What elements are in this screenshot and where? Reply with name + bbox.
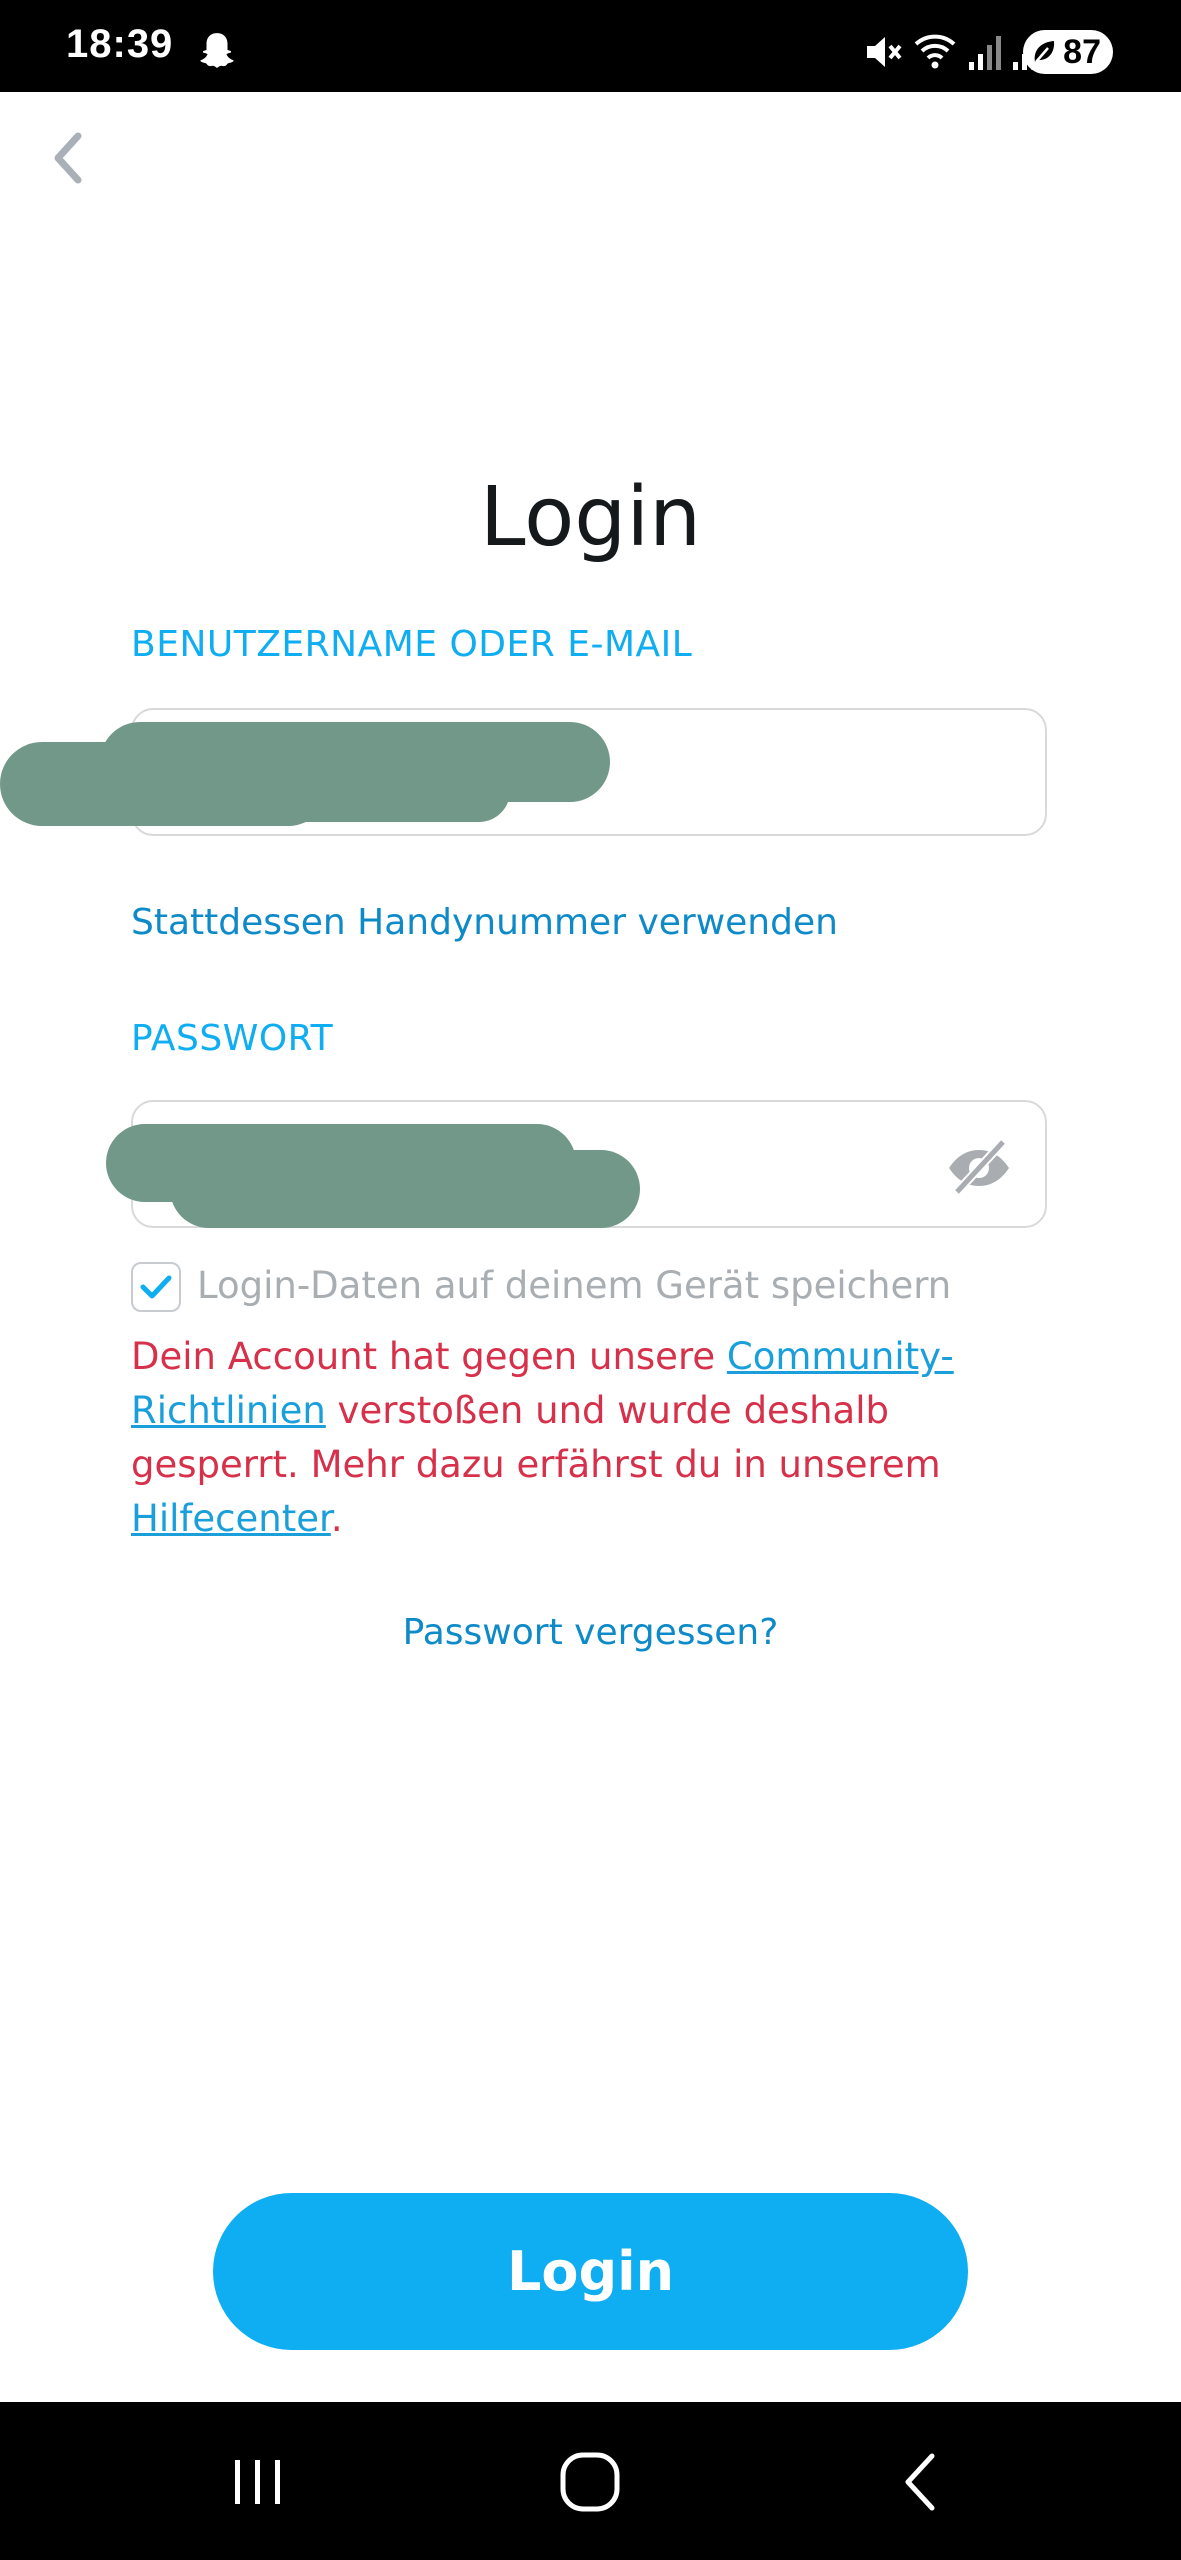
remember-label: Login-Daten auf deinem Gerät speichern [197,1264,952,1307]
home-icon[interactable] [550,2442,630,2522]
eye-off-icon[interactable] [943,1130,1015,1202]
password-label: PASSWORT [131,1018,334,1059]
leaf-icon [1034,41,1055,63]
status-bar: 18:39 87 [0,0,1181,92]
mute-icon [867,37,902,67]
page-title: Login [479,470,702,565]
status-time: 18:39 [66,22,174,66]
back-icon[interactable] [880,2442,960,2522]
use-phone-link[interactable]: Stattdessen Handynummer verwenden [131,902,838,943]
checkmark-icon [140,1275,172,1299]
snapchat-ghost-icon [200,33,234,68]
error-text: . [330,1497,343,1540]
username-label: BENUTZERNAME ODER E-MAIL [131,624,693,665]
navigation-bar [0,2402,1181,2560]
battery-icon: 87 [1023,30,1113,74]
login-button[interactable]: Login [213,2193,968,2350]
remember-checkbox[interactable] [131,1262,181,1312]
signal-icon [969,36,1001,70]
back-button[interactable] [44,128,90,188]
error-message: Dein Account hat gegen unsere Community-… [131,1330,1031,1546]
forgot-password-link[interactable]: Passwort vergessen? [0,1612,1181,1653]
help-center-link[interactable]: Hilfecenter [131,1497,331,1540]
battery-level: 87 [1063,33,1101,71]
recent-apps-icon[interactable] [218,2442,298,2522]
status-icons: 87 [761,0,1181,92]
wifi-icon [914,34,956,69]
error-text: Dein Account hat gegen unsere [131,1335,727,1378]
